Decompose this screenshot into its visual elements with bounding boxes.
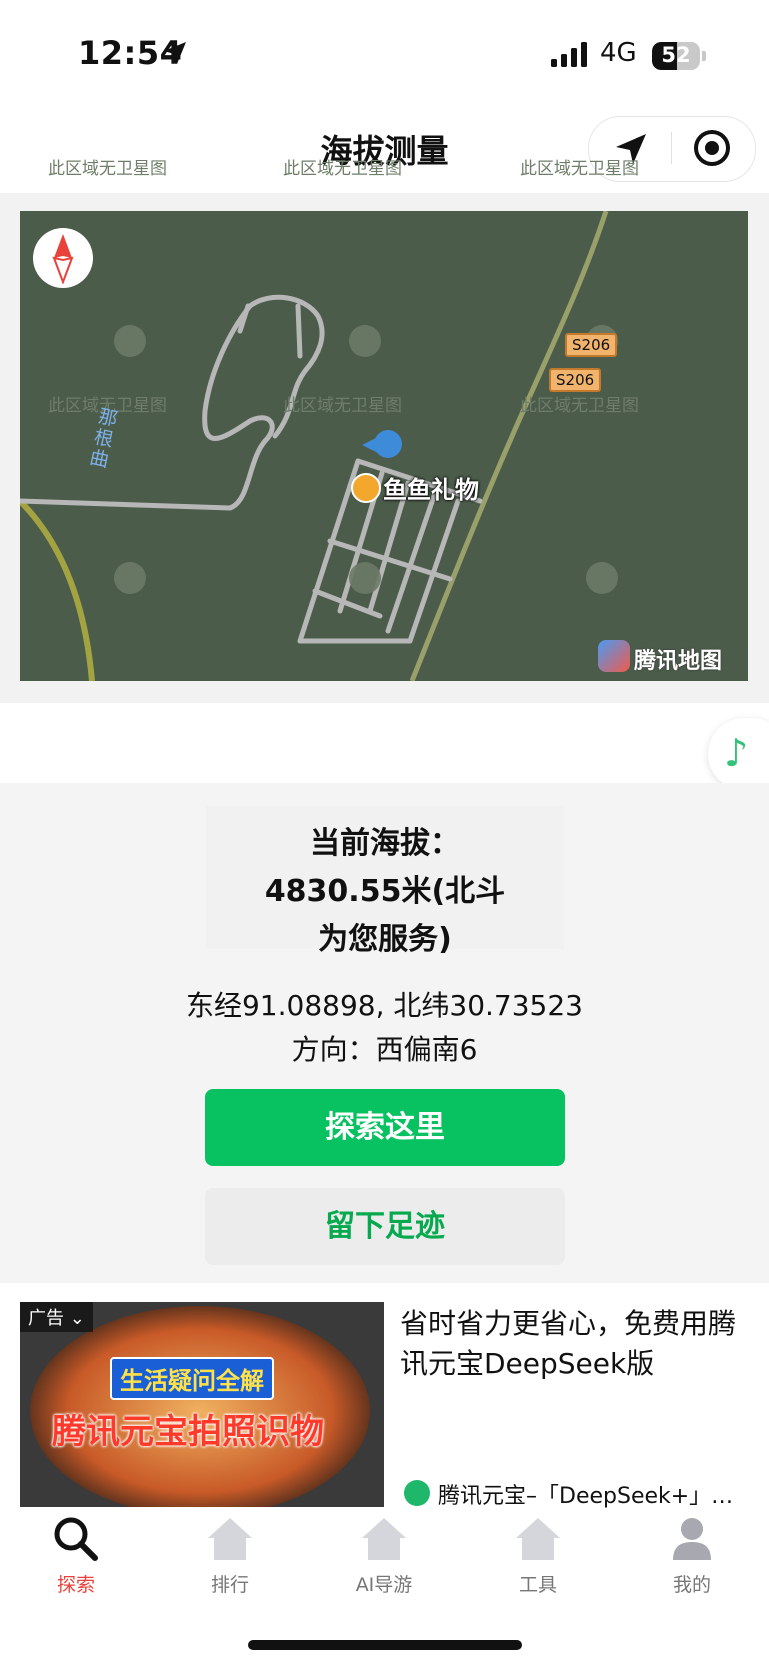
tab-label: 探索: [56, 1574, 95, 1596]
tab-ranking[interactable]: 排行: [175, 1514, 285, 1596]
compass-icon: [52, 234, 74, 284]
yuanbao-logo-icon: [404, 1480, 430, 1506]
current-location-marker: [362, 430, 402, 458]
house-icon: [362, 1518, 406, 1560]
poi-icon: [351, 473, 381, 503]
ad-headline: 腾讯元宝拍照识物: [52, 1412, 324, 1452]
chevron-down-icon: ⌄: [69, 1308, 85, 1329]
tab-label: AI导游: [355, 1574, 413, 1596]
ad-title[interactable]: 省时省力更省心，免费用腾讯元宝DeepSeek版: [400, 1304, 740, 1384]
battery-icon: 52: [652, 42, 700, 70]
home-indicator: [248, 1640, 522, 1650]
footprint-button[interactable]: 留下足迹: [205, 1188, 565, 1265]
search-icon: [54, 1517, 98, 1561]
ad-badge[interactable]: 广告 ⌄: [20, 1302, 93, 1332]
ad-source[interactable]: 腾讯元宝–「DeepSeek+」…: [438, 1478, 748, 1510]
map-brand: 腾讯地图: [634, 649, 723, 674]
house-icon: [208, 1518, 252, 1560]
explore-button[interactable]: 探索这里: [205, 1089, 565, 1166]
map-watermark: 此区域无卫星图: [520, 159, 639, 179]
tencent-map-logo-icon: [598, 640, 630, 672]
map-watermark: 此区域无卫星图: [283, 396, 402, 416]
house-icon: [516, 1518, 560, 1560]
person-icon: [673, 1518, 711, 1560]
poi-label[interactable]: 鱼鱼礼物: [383, 470, 479, 505]
tab-mine[interactable]: 我的: [637, 1514, 747, 1596]
battery-level: 52: [661, 43, 691, 67]
altitude-readout: 当前海拔： 4830.55米(北斗 为您服务): [264, 826, 506, 957]
location-arrow-icon: [164, 42, 186, 64]
tab-explore[interactable]: 探索: [21, 1514, 131, 1596]
map-watermark: 此区域无卫星图: [283, 159, 402, 179]
target-close-icon[interactable]: [692, 128, 732, 168]
tab-label: 排行: [210, 1574, 249, 1596]
road-shield: S206: [549, 368, 602, 392]
map-watermark: 此区域无卫星图: [48, 159, 167, 179]
tab-ai-guide[interactable]: AI导游: [329, 1514, 439, 1596]
network-type: 4G: [600, 38, 637, 68]
ad-banner: 生活疑问全解: [110, 1357, 274, 1400]
map-watermark: 此区域无卫星图: [520, 396, 639, 416]
signal-icon: [551, 42, 587, 67]
tab-label: 工具: [518, 1574, 557, 1596]
ad-image[interactable]: 生活疑问全解 腾讯元宝拍照识物: [20, 1302, 384, 1507]
direction-text: 方向：西偏南6: [291, 1033, 478, 1066]
road-shield: S206: [565, 333, 618, 357]
tab-label: 我的: [672, 1574, 711, 1596]
tab-tools[interactable]: 工具: [483, 1514, 593, 1596]
music-note-icon: ♪: [724, 731, 749, 775]
coordinates-text: 东经91.08898, 北纬30.73523: [185, 989, 583, 1022]
